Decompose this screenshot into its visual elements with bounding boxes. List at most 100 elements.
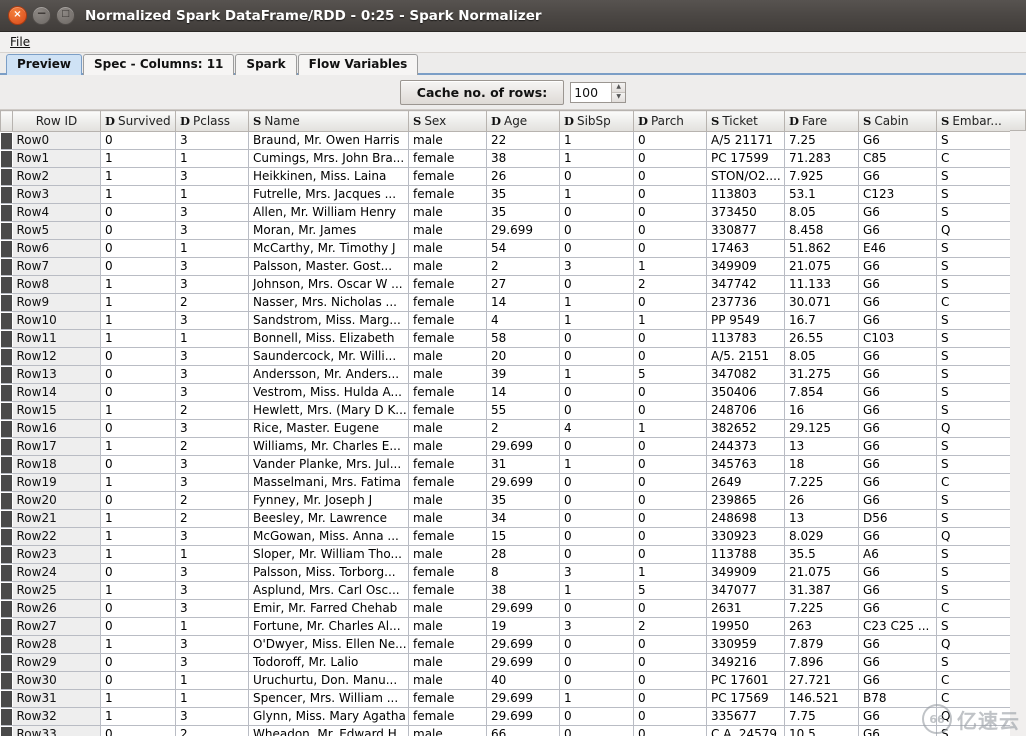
cell-cabin[interactable]: G6: [858, 635, 937, 654]
table-row[interactable]: Row24 0 3 Palsson, Miss. Torborg... female 8 3…: [0, 563, 1011, 582]
cell-age[interactable]: 29.699: [486, 437, 560, 456]
cell-name[interactable]: Rice, Master. Eugene: [248, 419, 409, 438]
cell-cabin[interactable]: G6: [858, 671, 937, 690]
cell-name[interactable]: Masselmani, Mrs. Fatima: [248, 473, 409, 492]
cell-sex[interactable]: male: [408, 419, 487, 438]
cell-cabin[interactable]: B78: [858, 689, 937, 708]
cell-sex[interactable]: female: [408, 185, 487, 204]
cell-pclass[interactable]: 3: [175, 581, 249, 600]
cell-parch[interactable]: 1: [633, 419, 707, 438]
cell-name[interactable]: Saundercock, Mr. Willi...: [248, 347, 409, 366]
cell-name[interactable]: Allen, Mr. William Henry: [248, 203, 409, 222]
cell-name[interactable]: Fortune, Mr. Charles Al...: [248, 617, 409, 636]
cell-cabin[interactable]: G6: [858, 203, 937, 222]
cell-parch[interactable]: 0: [633, 437, 707, 456]
cell-age[interactable]: 55: [486, 401, 560, 420]
cell-row-id[interactable]: Row28: [12, 635, 101, 654]
cell-sibsp[interactable]: 0: [559, 725, 634, 736]
cell-pclass[interactable]: 1: [175, 671, 249, 690]
cell-sex[interactable]: female: [408, 473, 487, 492]
spinner-up-icon[interactable]: ▲: [612, 82, 626, 93]
tab-spec-columns[interactable]: Spec - Columns: 11: [83, 54, 235, 75]
cell-row-id[interactable]: Row25: [12, 581, 101, 600]
cell-sibsp[interactable]: 1: [559, 581, 634, 600]
cell-name[interactable]: Bonnell, Miss. Elizabeth: [248, 329, 409, 348]
cell-embar[interactable]: S: [936, 257, 1011, 276]
cell-pclass[interactable]: 2: [175, 401, 249, 420]
cell-sibsp[interactable]: 0: [559, 275, 634, 294]
cell-fare[interactable]: 7.225: [784, 473, 859, 492]
cell-name[interactable]: Palsson, Master. Gost...: [248, 257, 409, 276]
cell-survived[interactable]: 0: [100, 347, 176, 366]
cell-row-id[interactable]: Row7: [12, 257, 101, 276]
cell-fare[interactable]: 8.05: [784, 347, 859, 366]
cell-age[interactable]: 22: [486, 131, 560, 150]
cell-parch[interactable]: 0: [633, 383, 707, 402]
cell-ticket[interactable]: 248698: [706, 509, 785, 528]
table-row[interactable]: Row21 1 2 Beesley, Mr. Lawrence male 34 0 0 2486…: [0, 509, 1011, 528]
column-header-sibsp[interactable]: D SibSp: [559, 110, 634, 132]
cell-ticket[interactable]: 349909: [706, 257, 785, 276]
cell-age[interactable]: 19: [486, 617, 560, 636]
cell-name[interactable]: McCarthy, Mr. Timothy J: [248, 239, 409, 258]
cell-survived[interactable]: 0: [100, 725, 176, 736]
cell-row-id[interactable]: Row14: [12, 383, 101, 402]
cell-sibsp[interactable]: 0: [559, 671, 634, 690]
cell-sex[interactable]: male: [408, 221, 487, 240]
cell-row-id[interactable]: Row23: [12, 545, 101, 564]
cell-parch[interactable]: 0: [633, 599, 707, 618]
cell-row-id[interactable]: Row26: [12, 599, 101, 618]
cell-sex[interactable]: female: [408, 455, 487, 474]
table-row[interactable]: Row11 1 1 Bonnell, Miss. Elizabeth female 58 0…: [0, 329, 1011, 348]
cell-parch[interactable]: 0: [633, 707, 707, 726]
cell-survived[interactable]: 1: [100, 473, 176, 492]
cell-sex[interactable]: female: [408, 527, 487, 546]
cell-pclass[interactable]: 3: [175, 167, 249, 186]
cell-age[interactable]: 31: [486, 455, 560, 474]
cell-row-id[interactable]: Row29: [12, 653, 101, 672]
cell-sibsp[interactable]: 3: [559, 563, 634, 582]
cell-embar[interactable]: S: [936, 401, 1011, 420]
cell-cabin[interactable]: D56: [858, 509, 937, 528]
cell-embar[interactable]: S: [936, 653, 1011, 672]
cell-age[interactable]: 29.699: [486, 635, 560, 654]
cell-age[interactable]: 58: [486, 329, 560, 348]
cell-survived[interactable]: 0: [100, 671, 176, 690]
cell-sex[interactable]: male: [408, 365, 487, 384]
cell-sibsp[interactable]: 0: [559, 383, 634, 402]
spinner-down-icon[interactable]: ▼: [612, 92, 626, 102]
table-row[interactable]: Row14 0 3 Vestrom, Miss. Hulda A... female 14…: [0, 383, 1011, 402]
cell-sibsp[interactable]: 1: [559, 149, 634, 168]
cell-fare[interactable]: 7.75: [784, 707, 859, 726]
cell-cabin[interactable]: G6: [858, 491, 937, 510]
cell-cabin[interactable]: C23 C25 ...: [858, 617, 937, 636]
cell-ticket[interactable]: STON/O2....: [706, 167, 785, 186]
cell-pclass[interactable]: 3: [175, 473, 249, 492]
cell-sex[interactable]: male: [408, 437, 487, 456]
cell-sibsp[interactable]: 0: [559, 437, 634, 456]
cell-ticket[interactable]: C.A. 24579: [706, 725, 785, 736]
cell-row-id[interactable]: Row12: [12, 347, 101, 366]
cell-parch[interactable]: 0: [633, 671, 707, 690]
cell-cabin[interactable]: G6: [858, 707, 937, 726]
table-row[interactable]: Row23 1 1 Sloper, Mr. William Tho... male 28 0…: [0, 545, 1011, 564]
cell-pclass[interactable]: 3: [175, 599, 249, 618]
data-table-container[interactable]: Row ID D Survived D Pclass S Name S Sex D Age D SibS…: [0, 110, 1026, 736]
cell-cabin[interactable]: G6: [858, 365, 937, 384]
cell-name[interactable]: Hewlett, Mrs. (Mary D K...: [248, 401, 409, 420]
cell-parch[interactable]: 0: [633, 329, 707, 348]
cell-ticket[interactable]: 345763: [706, 455, 785, 474]
cell-pclass[interactable]: 3: [175, 419, 249, 438]
cell-row-id[interactable]: Row30: [12, 671, 101, 690]
cell-row-id[interactable]: Row31: [12, 689, 101, 708]
cell-embar[interactable]: Q: [936, 221, 1011, 240]
cell-parch[interactable]: 1: [633, 563, 707, 582]
table-row[interactable]: Row7 0 3 Palsson, Master. Gost... male 2 3 1 349…: [0, 257, 1011, 276]
table-row[interactable]: Row31 1 1 Spencer, Mrs. William ... female 29…: [0, 689, 1011, 708]
cell-sibsp[interactable]: 1: [559, 689, 634, 708]
cell-cabin[interactable]: C103: [858, 329, 937, 348]
cell-embar[interactable]: Q: [936, 707, 1011, 726]
cell-survived[interactable]: 0: [100, 419, 176, 438]
cell-embar[interactable]: S: [936, 725, 1011, 736]
table-row[interactable]: Row32 1 3 Glynn, Miss. Mary Agatha female 29.…: [0, 707, 1011, 726]
